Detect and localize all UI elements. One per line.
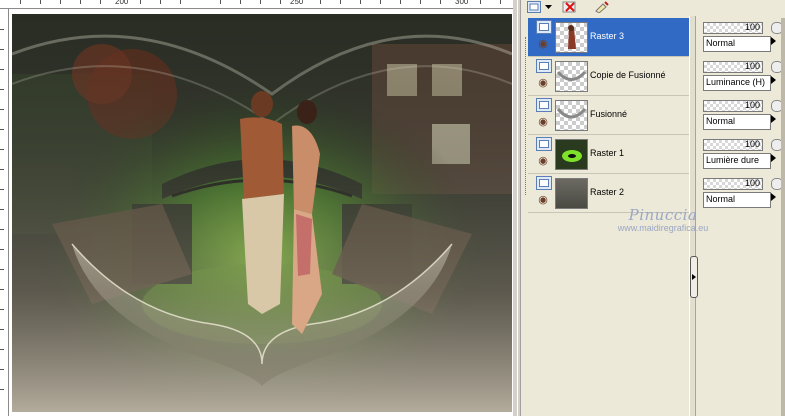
- opacity-value: 100: [744, 22, 760, 32]
- eye-icon[interactable]: ◉: [535, 39, 551, 50]
- blend-mode-arrow-icon[interactable]: [771, 76, 776, 84]
- opacity-value: 100: [744, 139, 760, 149]
- raster-layer-icon: [536, 59, 552, 73]
- layer-name: Fusionné: [590, 109, 628, 119]
- watermark-name: Pinuccia: [628, 206, 698, 224]
- ruler-label: 250: [290, 0, 304, 6]
- raster-layer-icon: [536, 98, 552, 112]
- artwork-illustration: [12, 14, 512, 412]
- ruler-label: 200: [115, 0, 129, 6]
- layer-row-raster-1[interactable]: ◉ Raster 1: [528, 135, 689, 174]
- blend-mode-arrow-icon[interactable]: [771, 115, 776, 123]
- layer-thumbnail: [555, 61, 588, 92]
- opacity-slider[interactable]: 100: [703, 139, 763, 151]
- opacity-slider[interactable]: 100: [703, 61, 763, 73]
- edit-layer-icon[interactable]: [593, 0, 611, 14]
- layer-thumbnail: [555, 22, 588, 53]
- layer-tree-line: [525, 37, 526, 195]
- raster-layer-icon: [536, 20, 552, 34]
- opacity-slider[interactable]: 100: [703, 178, 763, 190]
- layer-thumbnail: [555, 178, 588, 209]
- opacity-value: 100: [744, 178, 760, 188]
- layer-name: Copie de Fusionné: [590, 70, 666, 80]
- blend-mode-value: Normal: [706, 194, 736, 204]
- vertical-ruler: [0, 9, 9, 416]
- new-layer-icon[interactable]: [525, 0, 543, 14]
- layers-toolbar: [521, 0, 689, 16]
- opacity-value: 100: [744, 61, 760, 71]
- blend-mode-arrow-icon[interactable]: [771, 154, 776, 162]
- opacity-slider[interactable]: 100: [703, 22, 763, 34]
- blend-mode-select[interactable]: Normal: [703, 114, 771, 130]
- layer-thumbnail: [555, 139, 588, 170]
- layer-thumbnail: [555, 100, 588, 131]
- blend-mode-arrow-icon[interactable]: [771, 193, 776, 201]
- watermark: Pinuccia www.maidiregrafica.eu: [598, 206, 728, 233]
- layer-properties-row: 100 Normal: [695, 18, 785, 56]
- blend-mode-value: Normal: [706, 116, 736, 126]
- blend-mode-value: Lumière dure: [706, 155, 760, 165]
- blend-mode-select[interactable]: Luminance (H): [703, 75, 771, 91]
- layer-row-copie-de-fusionne[interactable]: ◉ Copie de Fusionné: [528, 57, 689, 96]
- blend-mode-select[interactable]: Lumière dure: [703, 153, 771, 169]
- layer-properties-row: 100 Lumière dure: [695, 135, 785, 173]
- opacity-slider[interactable]: 100: [703, 100, 763, 112]
- layer-name: Raster 2: [590, 187, 625, 197]
- raster-layer-icon: [536, 137, 552, 151]
- blend-mode-value: Luminance (H): [706, 77, 766, 87]
- delete-layer-icon[interactable]: [561, 0, 579, 14]
- image-canvas-area[interactable]: 200 250 300: [0, 0, 517, 416]
- blend-mode-arrow-icon[interactable]: [771, 37, 776, 45]
- layer-name: Raster 1: [590, 148, 625, 158]
- opacity-value: 100: [744, 100, 760, 110]
- artwork-image[interactable]: [12, 14, 512, 412]
- layer-properties-row: 100 Luminance (H): [695, 57, 785, 95]
- eye-icon[interactable]: ◉: [535, 78, 551, 89]
- eye-icon[interactable]: ◉: [535, 117, 551, 128]
- palette-right-edge: [781, 18, 785, 416]
- layer-row-raster-3[interactable]: ◉ Raster 3: [528, 18, 689, 57]
- raster-layer-icon: [536, 176, 552, 190]
- chevron-down-icon[interactable]: [544, 0, 552, 14]
- blend-mode-select[interactable]: Normal: [703, 36, 771, 52]
- watermark-url: www.maidiregrafica.eu: [617, 223, 709, 233]
- eye-icon[interactable]: ◉: [535, 195, 551, 206]
- ruler-label: 300: [455, 0, 469, 6]
- layer-row-fusionne[interactable]: ◉ Fusionné: [528, 96, 689, 135]
- blend-mode-value: Normal: [706, 38, 736, 48]
- horizontal-ruler: 200 250 300: [0, 0, 517, 9]
- panel-divider[interactable]: [517, 0, 521, 416]
- layer-name: Raster 3: [590, 31, 625, 41]
- eye-icon[interactable]: ◉: [535, 156, 551, 167]
- layer-properties-row: 100 Normal: [695, 96, 785, 134]
